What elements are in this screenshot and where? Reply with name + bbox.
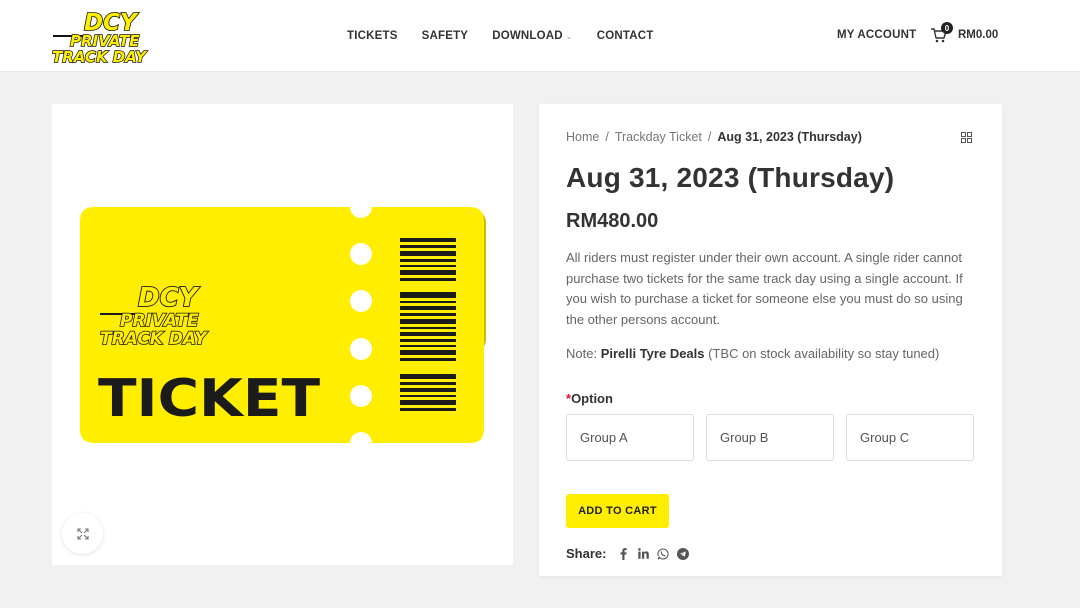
nav-contact[interactable]: CONTACT — [597, 30, 654, 42]
cart-widget[interactable]: 0 RM0.00 — [930, 22, 999, 44]
option-label: *Option — [566, 391, 613, 406]
share-bar: Share: — [566, 546, 690, 561]
breadcrumb: Home / Trackday Ticket / Aug 31, 2023 (T… — [566, 130, 862, 144]
cart-count-badge: 0 — [941, 22, 953, 34]
cart-icon: 0 — [930, 22, 953, 44]
ticket-logo-line2: PRIVATE — [120, 311, 199, 331]
expand-icon — [76, 527, 89, 540]
note-highlight: Pirelli Tyre Deals — [600, 346, 705, 361]
nav-safety[interactable]: SAFETY — [422, 30, 469, 42]
breadcrumb-home[interactable]: Home — [566, 130, 599, 144]
logo-line3: TRACK DAY — [52, 48, 148, 66]
telegram-icon[interactable] — [677, 547, 690, 560]
whatsapp-icon[interactable] — [657, 547, 670, 560]
breadcrumb-separator: / — [605, 130, 609, 144]
nav-download-label: DOWNLOAD — [492, 30, 563, 42]
product-price: RM480.00 — [566, 210, 659, 232]
option-swatches: Group A Group B Group C — [566, 414, 974, 461]
grid-icon[interactable] — [961, 132, 972, 143]
breadcrumb-separator: / — [707, 130, 712, 144]
facebook-icon[interactable] — [617, 547, 629, 560]
nav-download[interactable]: DOWNLOAD ⌄ — [492, 30, 573, 42]
note-suffix: (TBC on stock availability so stay tuned… — [704, 346, 940, 361]
linkedin-icon[interactable] — [637, 548, 649, 560]
cart-total: RM0.00 — [958, 29, 999, 41]
product-description: All riders must register under their own… — [566, 250, 963, 327]
my-account-link[interactable]: MY ACCOUNT — [837, 29, 916, 41]
site-header: DCY PRIVATE TRACK DAY TICKETS SAFETY DOW… — [0, 0, 1080, 72]
nav-contact-label: CONTACT — [596, 30, 654, 42]
option-group-b[interactable]: Group B — [706, 414, 834, 461]
nav-tickets[interactable]: TICKETS — [347, 30, 398, 42]
nav-safety-label: SAFETY — [421, 30, 469, 42]
site-logo[interactable]: DCY PRIVATE TRACK DAY — [50, 6, 154, 66]
add-to-cart-button[interactable]: ADD TO CART — [566, 494, 669, 528]
chevron-down-icon: ⌄ — [565, 32, 573, 41]
product-summary: Home / Trackday Ticket / Aug 31, 2023 (T… — [539, 104, 1002, 576]
breadcrumb-category[interactable]: Trackday Ticket — [615, 130, 702, 144]
product-image[interactable]: DCY PRIVATE TRACK DAY TICKET — [80, 204, 488, 454]
option-label-text: Option — [571, 391, 613, 406]
nav-tickets-label: TICKETS — [347, 30, 398, 42]
breadcrumb-current: Aug 31, 2023 (Thursday) — [717, 130, 862, 144]
option-group-a[interactable]: Group A — [566, 414, 694, 461]
share-label: Share: — [566, 546, 607, 561]
ticket-text: TICKET — [98, 369, 321, 429]
ticket-logo-line1: DCY — [138, 283, 201, 313]
note-prefix: Note: — [566, 346, 601, 361]
option-group-c[interactable]: Group C — [846, 414, 974, 461]
main-nav: TICKETS SAFETY DOWNLOAD ⌄ CONTACT — [347, 0, 653, 72]
product-note: Note: Pirelli Tyre Deals (TBC on stock a… — [566, 346, 939, 361]
ticket-logo-line3: TRACK DAY — [100, 329, 208, 349]
zoom-button[interactable] — [62, 513, 103, 554]
product-gallery: DCY PRIVATE TRACK DAY TICKET — [52, 104, 513, 565]
product-title: Aug 31, 2023 (Thursday) — [566, 162, 895, 193]
